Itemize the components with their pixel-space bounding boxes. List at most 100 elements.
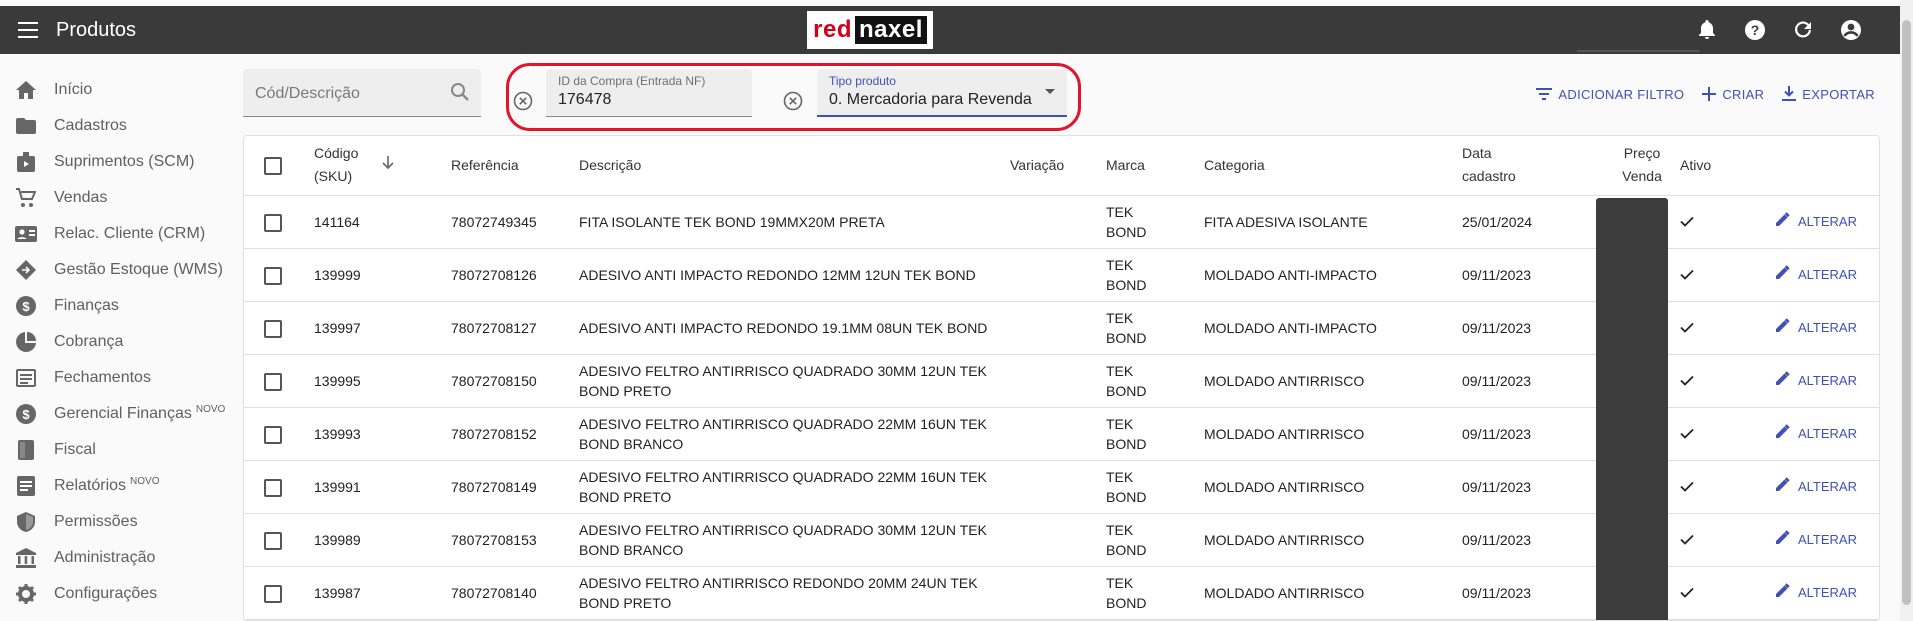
create-button[interactable]: CRIAR <box>1702 87 1764 102</box>
cell-category: MOLDADO ANTIRRISCO <box>1204 407 1462 461</box>
add-filter-button[interactable]: ADICIONAR FILTRO <box>1536 87 1684 102</box>
edit-button[interactable]: ALTERAR <box>1776 583 1857 603</box>
search-input[interactable]: Cód/Descrição <box>243 69 481 117</box>
sidebar-item-administração[interactable]: Administração <box>0 540 235 576</box>
sidebar-item-relatórios[interactable]: Relatórios NOVO <box>0 468 235 504</box>
edit-button[interactable]: ALTERAR <box>1776 424 1857 444</box>
cell-reference: 78072749345 <box>451 195 579 249</box>
products-table: Código (SKU) Referência Descrição Variaç… <box>243 135 1880 621</box>
check-icon <box>1680 373 1694 389</box>
column-reference[interactable]: Referência <box>451 136 579 196</box>
plus-icon <box>1702 87 1717 101</box>
sidebar-item-cadastros[interactable]: Cadastros <box>0 108 235 144</box>
cell-brand: TEK BOND <box>1106 301 1204 355</box>
sidebar-item-gestão-estoque-wms[interactable]: Gestão Estoque (WMS) <box>0 252 235 288</box>
cell-brand: TEK BOND <box>1106 195 1204 249</box>
sidebar-item-fiscal[interactable]: Fiscal <box>0 432 235 468</box>
page-title: Produtos <box>56 18 137 41</box>
column-brand[interactable]: Marca <box>1106 136 1204 196</box>
cell-variation <box>1010 354 1106 408</box>
sidebar-item-label: Gerencial Finanças <box>54 405 192 422</box>
check-icon <box>1680 214 1694 230</box>
row-checkbox[interactable] <box>264 372 282 391</box>
cell-variation <box>1010 407 1106 461</box>
help-icon[interactable]: ? <box>1742 17 1768 43</box>
cell-active <box>1680 301 1750 355</box>
cell-sku: 139987 <box>314 566 451 620</box>
row-checkbox[interactable] <box>264 266 282 285</box>
sidebar-item-fechamentos[interactable]: Fechamentos <box>0 360 235 396</box>
arrow-down-icon[interactable] <box>382 154 394 177</box>
pencil-icon <box>1776 530 1790 550</box>
edit-button[interactable]: ALTERAR <box>1776 265 1857 285</box>
cell-sku: 141164 <box>314 195 451 249</box>
cell-brand: TEK BOND <box>1106 354 1204 408</box>
cell-date: 09/11/2023 <box>1462 460 1604 514</box>
dollar-icon: $ <box>14 294 38 318</box>
cell-active <box>1680 195 1750 249</box>
edit-button[interactable]: ALTERAR <box>1776 530 1857 550</box>
account-icon[interactable] <box>1838 17 1864 43</box>
edit-button[interactable]: ALTERAR <box>1776 477 1857 497</box>
cell-date: 09/11/2023 <box>1462 301 1604 355</box>
column-price[interactable]: Preço Venda <box>1604 136 1680 196</box>
row-checkbox[interactable] <box>264 319 282 338</box>
purchase-id-field[interactable]: ID da Compra (Entrada NF) 176478 <box>546 69 752 117</box>
chevron-down-icon[interactable] <box>1045 89 1055 94</box>
app-bar: Produtos red naxel ? <box>0 6 1900 54</box>
column-date[interactable]: Data cadastro <box>1462 136 1604 196</box>
cell-variation <box>1010 301 1106 355</box>
column-sku[interactable]: Código (SKU) <box>314 136 451 196</box>
sidebar-item-permissões[interactable]: Permissões <box>0 504 235 540</box>
page-scrollbar[interactable] <box>1900 0 1913 621</box>
row-checkbox[interactable] <box>264 425 282 444</box>
cell-brand: TEK BOND <box>1106 248 1204 302</box>
column-active[interactable]: Ativo <box>1680 136 1750 196</box>
bell-icon[interactable] <box>1694 17 1720 43</box>
row-checkbox[interactable] <box>264 531 282 550</box>
sidebar-item-relac-cliente-crm[interactable]: Relac. Cliente (CRM) <box>0 216 235 252</box>
row-checkbox[interactable] <box>264 213 282 232</box>
sidebar-item-início[interactable]: Início <box>0 72 235 108</box>
export-button[interactable]: EXPORTAR <box>1782 86 1875 102</box>
sidebar-item-finanças[interactable]: $ Finanças <box>0 288 235 324</box>
clear-filter-icon[interactable] <box>511 89 535 113</box>
refresh-icon[interactable] <box>1790 17 1816 43</box>
book-icon <box>14 438 38 462</box>
pencil-icon <box>1776 212 1790 232</box>
svg-text:?: ? <box>1751 22 1760 38</box>
sidebar-item-gerencial-finanças[interactable]: $ Gerencial Finanças NOVO <box>0 396 235 432</box>
column-variation[interactable]: Variação <box>1010 136 1106 196</box>
cell-description: ADESIVO FELTRO ANTIRRISCO QUADRADO 22MM … <box>579 460 1010 514</box>
scrollbar-thumb[interactable] <box>1902 20 1911 605</box>
column-description[interactable]: Descrição <box>579 136 1010 196</box>
sidebar-item-suprimentos-scm[interactable]: Suprimentos (SCM) <box>0 144 235 180</box>
cell-description: ADESIVO FELTRO ANTIRRISCO REDONDO 20MM 2… <box>579 566 1010 620</box>
cell-sku: 139999 <box>314 248 451 302</box>
product-type-select[interactable]: Tipo produto 0. Mercadoria para Revenda <box>817 69 1067 117</box>
row-checkbox[interactable] <box>264 584 282 603</box>
edit-button[interactable]: ALTERAR <box>1776 212 1857 232</box>
cell-variation <box>1010 513 1106 567</box>
check-icon <box>1680 267 1694 283</box>
cell-date: 09/11/2023 <box>1462 407 1604 461</box>
cell-category: MOLDADO ANTIRRISCO <box>1204 354 1462 408</box>
edit-button[interactable]: ALTERAR <box>1776 318 1857 338</box>
sidebar-item-label: Suprimentos (SCM) <box>54 153 195 170</box>
check-icon <box>1680 426 1694 442</box>
menu-icon[interactable] <box>14 16 42 44</box>
row-checkbox[interactable] <box>264 478 282 497</box>
clear-filter-icon[interactable] <box>781 89 805 113</box>
cell-sku: 139991 <box>314 460 451 514</box>
column-category[interactable]: Categoria <box>1204 136 1462 196</box>
check-icon <box>1680 585 1694 601</box>
select-all-checkbox[interactable] <box>264 157 282 176</box>
sidebar-item-configurações[interactable]: Configurações <box>0 576 235 612</box>
search-icon[interactable] <box>449 81 471 108</box>
cell-active <box>1680 248 1750 302</box>
sidebar-item-vendas[interactable]: Vendas <box>0 180 235 216</box>
sidebar-item-cobrança[interactable]: Cobrança <box>0 324 235 360</box>
edit-button[interactable]: ALTERAR <box>1776 371 1857 391</box>
dollar-icon: $ <box>14 402 38 426</box>
bank-icon <box>14 546 38 570</box>
